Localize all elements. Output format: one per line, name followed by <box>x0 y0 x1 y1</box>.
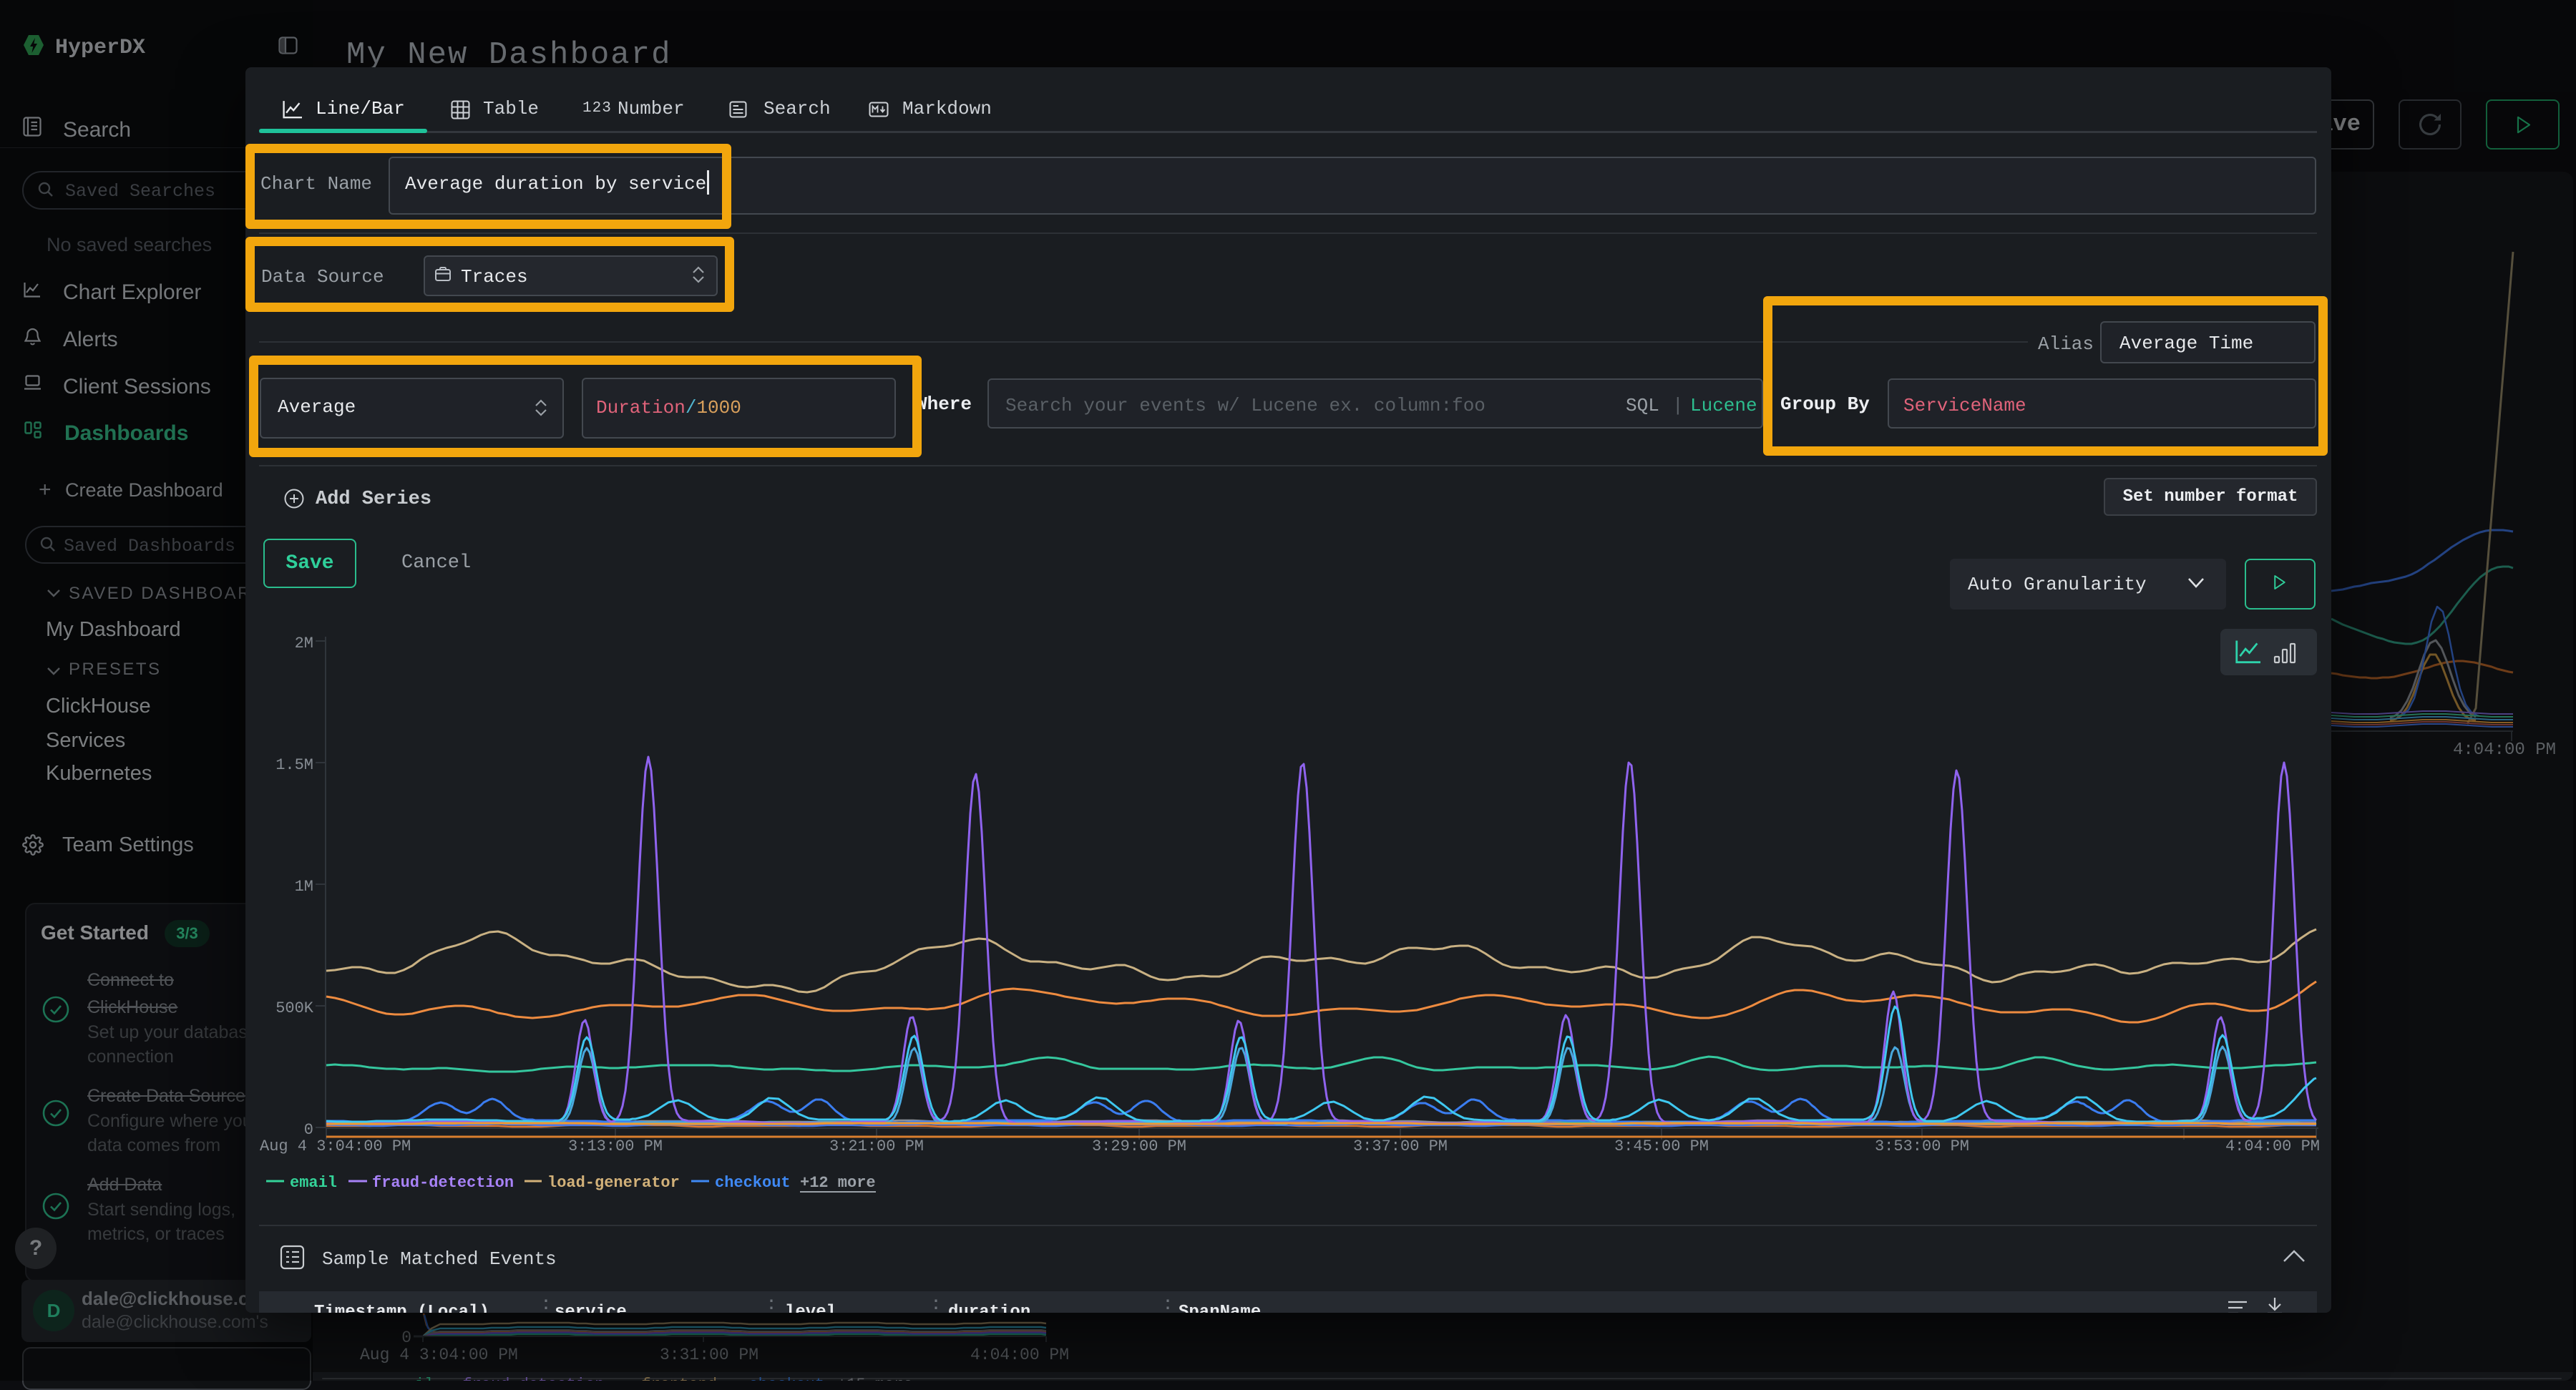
svg-text:fraud-detection: fraud-detection <box>372 1174 514 1192</box>
svg-text:3:13:00 PM: 3:13:00 PM <box>568 1137 663 1155</box>
svg-text:0: 0 <box>304 1121 313 1139</box>
svg-text:3:53:00 PM: 3:53:00 PM <box>1875 1137 1969 1155</box>
svg-text:service: service <box>555 1303 627 1313</box>
svg-text:email: email <box>290 1174 337 1192</box>
svg-text:1.5M: 1.5M <box>275 756 313 774</box>
svg-text:⋮: ⋮ <box>1157 1298 1179 1313</box>
svg-text:checkout: checkout <box>715 1174 791 1192</box>
svg-text:Aug 4 3:04:00 PM: Aug 4 3:04:00 PM <box>260 1137 411 1155</box>
svg-text:duration: duration <box>948 1303 1030 1313</box>
svg-text:⋮: ⋮ <box>925 1298 947 1313</box>
svg-text:Timestamp (Local): Timestamp (Local) <box>314 1303 489 1313</box>
svg-text:3:21:00 PM: 3:21:00 PM <box>829 1137 924 1155</box>
svg-text:3:37:00 PM: 3:37:00 PM <box>1353 1137 1448 1155</box>
svg-text:⋮: ⋮ <box>535 1298 557 1313</box>
svg-text:+12 more: +12 more <box>800 1174 876 1192</box>
svg-text:1M: 1M <box>295 878 313 896</box>
svg-text:2M: 2M <box>295 635 313 652</box>
svg-text:load-generator: load-generator <box>547 1174 680 1192</box>
svg-text:⋮: ⋮ <box>761 1298 782 1313</box>
svg-text:SpanName: SpanName <box>1179 1303 1261 1313</box>
svg-text:3:45:00 PM: 3:45:00 PM <box>1614 1137 1709 1155</box>
svg-text:Sample Matched Events: Sample Matched Events <box>322 1248 557 1270</box>
svg-text:level: level <box>785 1303 836 1313</box>
svg-text:500K: 500K <box>275 999 314 1017</box>
svg-text:3:29:00 PM: 3:29:00 PM <box>1092 1137 1186 1155</box>
svg-text:4:04:00 PM: 4:04:00 PM <box>2225 1137 2320 1155</box>
